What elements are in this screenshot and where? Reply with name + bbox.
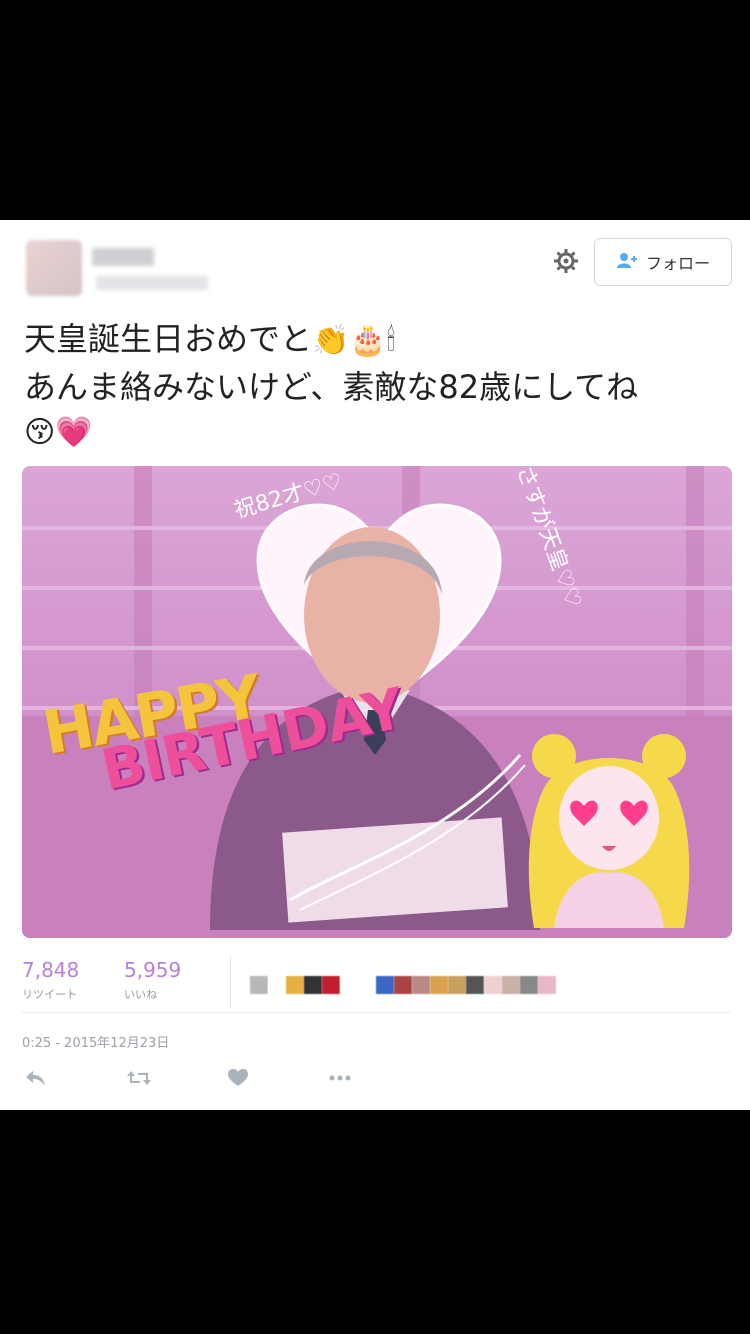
- like-count: 5,959: [124, 958, 182, 982]
- more-icon[interactable]: [328, 1068, 352, 1092]
- retweet-label: リツイート: [22, 988, 77, 1001]
- follow-person-icon: [616, 252, 638, 273]
- retweet-count: 7,848: [22, 958, 80, 982]
- like-label: いいね: [124, 988, 157, 1001]
- retweet-stat[interactable]: 7,848 リツイート: [22, 958, 79, 1002]
- tweet-timestamp: 0:25 - 2015年12月23日: [22, 1036, 170, 1051]
- liker-avatars-blurred[interactable]: [250, 976, 556, 994]
- divider: [22, 1012, 730, 1013]
- avatar[interactable]: [26, 240, 82, 296]
- anime-character: [528, 734, 690, 928]
- user-handle-blurred: [96, 276, 208, 290]
- tweet-text: 天皇誕生日おめでと👏🎂🕯 あんま絡みないけど、素敵な82歳にしてね 😚💗: [24, 316, 724, 456]
- retweet-icon[interactable]: [126, 1068, 152, 1092]
- reply-icon[interactable]: [24, 1068, 46, 1092]
- follow-label: フォロー: [645, 254, 710, 273]
- tweet-emoji-2: 😚💗: [24, 415, 93, 450]
- like-stat[interactable]: 5,959 いいね: [124, 958, 181, 1002]
- like-icon[interactable]: [228, 1068, 248, 1092]
- stat-divider: [230, 956, 231, 1008]
- follow-button[interactable]: フォロー: [594, 238, 732, 286]
- tweet-emoji-1: 👏🎂🕯: [312, 323, 396, 358]
- tweet-text-line2: あんま絡みないけど、素敵な82歳にしてね: [24, 368, 639, 406]
- user-name-blurred[interactable]: [92, 248, 154, 266]
- tweet-text-line1: 天皇誕生日おめでと: [24, 320, 313, 358]
- gear-icon[interactable]: [552, 248, 580, 276]
